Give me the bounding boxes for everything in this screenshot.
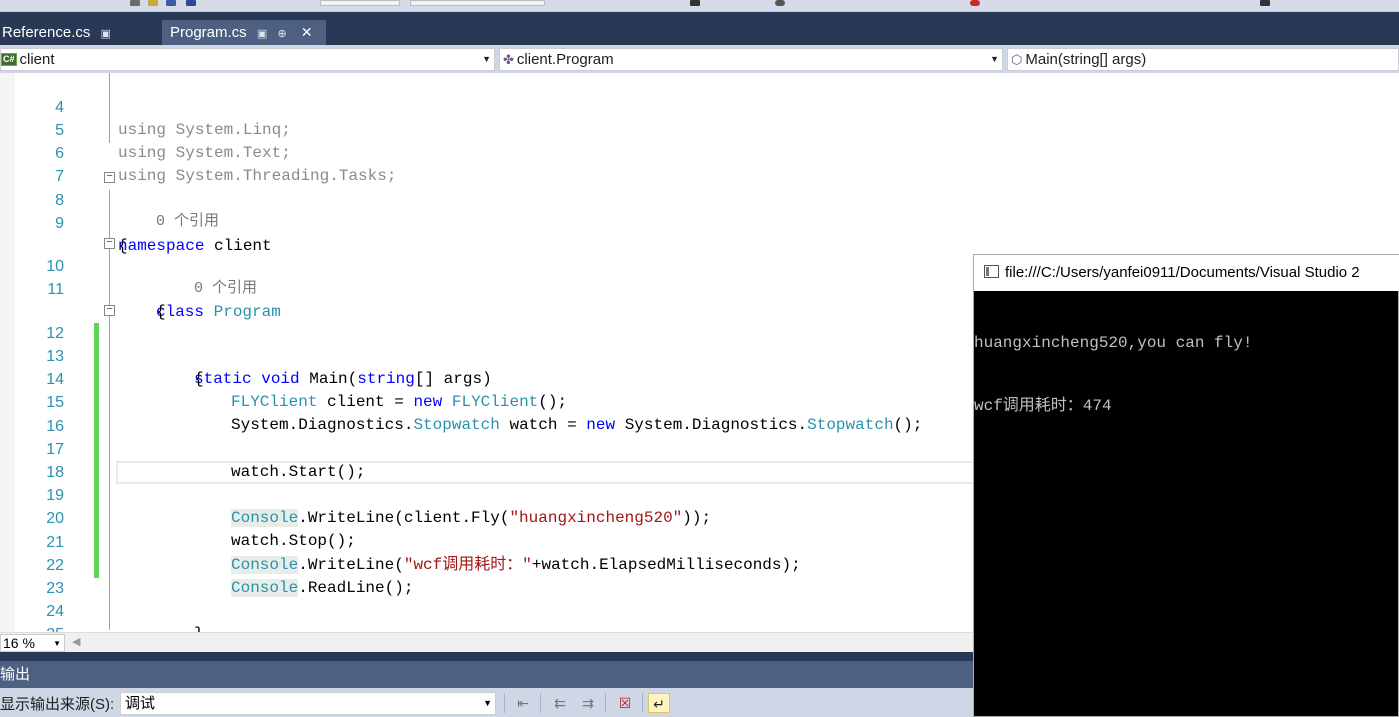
code-line-8: 8 − namespace client bbox=[0, 166, 1399, 256]
console-window[interactable]: file:///C:/Users/yanfei0911/Documents/Vi… bbox=[973, 254, 1399, 717]
clear-all-icon[interactable]: ☒ bbox=[614, 693, 636, 713]
toolbar-separator bbox=[504, 693, 505, 713]
close-icon[interactable]: ✕ bbox=[301, 24, 313, 40]
console-line: huangxincheng520,you can fly! bbox=[974, 334, 1253, 352]
navigation-bar: C# client ▼ ✤ client.Program ▼ ⬡ Main(strin… bbox=[0, 45, 1399, 73]
word-wrap-icon[interactable]: ↵ bbox=[648, 693, 670, 713]
code-line-4: 4 using System.Linq; bbox=[0, 73, 1399, 139]
type-dropdown[interactable]: ✤ client.Program ▼ bbox=[499, 48, 1003, 71]
codelens-references[interactable]: 0 个引用 bbox=[194, 278, 257, 299]
code-line-7: 7 bbox=[0, 142, 1399, 185]
find-message-icon[interactable]: ⇤ bbox=[512, 693, 534, 713]
scroll-left-icon[interactable]: ◀ bbox=[72, 635, 80, 648]
toolbar-icon[interactable] bbox=[166, 0, 176, 6]
toolbar-separator bbox=[540, 693, 541, 713]
toolbar-combo[interactable] bbox=[320, 0, 400, 6]
next-message-icon[interactable]: ⇉ bbox=[577, 693, 599, 713]
project-name: client bbox=[19, 51, 55, 68]
chevron-down-icon: ▼ bbox=[53, 639, 61, 648]
tab-program-cs[interactable]: Program.cs ▣ ⊕ ✕ bbox=[162, 20, 326, 45]
class-icon: ✤ bbox=[503, 52, 514, 67]
toolbar-icon[interactable] bbox=[1260, 0, 1270, 6]
project-dropdown[interactable]: C# client ▼ bbox=[0, 48, 495, 71]
lock-icon: ▣ bbox=[100, 28, 111, 40]
code-line-9: 9 { bbox=[0, 189, 1399, 255]
toolbar-combo[interactable] bbox=[410, 0, 545, 6]
method-icon: ⬡ bbox=[1011, 52, 1023, 67]
toolbar-separator bbox=[642, 693, 643, 713]
console-line: wcf调用耗时：474 bbox=[974, 397, 1112, 415]
member-dropdown[interactable]: ⬡ Main(string[] args) bbox=[1007, 48, 1399, 71]
tab-reference-cs[interactable]: Reference.cs ▣ bbox=[0, 20, 162, 45]
toolbar-icon[interactable] bbox=[970, 0, 980, 6]
code-line-6: 6 using System.Threading.Tasks; bbox=[0, 119, 1399, 185]
output-source-value: 调试 bbox=[125, 695, 156, 712]
document-tab-bar: Reference.cs ▣ Program.cs ▣ ⊕ ✕ bbox=[0, 12, 1399, 45]
chevron-down-icon: ▼ bbox=[483, 698, 492, 708]
chevron-down-icon: ▼ bbox=[482, 54, 491, 64]
toolbar-icon[interactable] bbox=[130, 0, 140, 6]
code-line-10: 10 − class Program bbox=[0, 232, 1399, 322]
toolbar-icon[interactable] bbox=[148, 0, 158, 6]
output-source-dropdown[interactable]: 调试 ▼ bbox=[120, 692, 496, 715]
output-title-text: 输出 bbox=[0, 666, 31, 683]
tab-label: Program.cs bbox=[170, 24, 247, 41]
lock-icon: ▣ bbox=[256, 28, 268, 40]
csharp-icon: C# bbox=[1, 53, 17, 66]
console-title-bar[interactable]: file:///C:/Users/yanfei0911/Documents/Vi… bbox=[974, 255, 1399, 291]
collapse-icon[interactable]: − bbox=[104, 238, 115, 249]
chevron-down-icon: ▼ bbox=[990, 54, 999, 64]
line-number: 25 bbox=[20, 623, 64, 632]
codelens-references[interactable]: 0 个引用 bbox=[156, 211, 219, 232]
toolbar-icon[interactable] bbox=[775, 0, 785, 6]
pin-icon[interactable]: ⊕ bbox=[277, 28, 286, 40]
collapse-icon[interactable]: − bbox=[104, 305, 115, 316]
type-name: client.Program bbox=[516, 51, 614, 68]
console-app-icon bbox=[984, 265, 999, 278]
collapse-icon[interactable]: − bbox=[104, 172, 115, 183]
top-toolbar-strip bbox=[0, 0, 1399, 12]
toolbar-separator bbox=[605, 693, 606, 713]
member-name: Main(string[] args) bbox=[1025, 51, 1147, 68]
zoom-value: 16 % bbox=[3, 635, 35, 651]
previous-message-icon[interactable]: ⇇ bbox=[549, 693, 571, 713]
toolbar-icon[interactable] bbox=[186, 0, 196, 6]
console-title-text: file:///C:/Users/yanfei0911/Documents/Vi… bbox=[1005, 264, 1360, 281]
line-number: 11 bbox=[47, 281, 64, 298]
toolbar-icon[interactable] bbox=[690, 0, 700, 6]
console-output: huangxincheng520,you can fly! wcf调用耗时：47… bbox=[974, 291, 1399, 459]
code-text: } bbox=[194, 623, 204, 632]
output-source-label: 显示输出来源(S): bbox=[0, 696, 115, 713]
zoom-dropdown[interactable]: 16 % ▼ bbox=[0, 634, 65, 652]
code-line-5: 5 using System.Text; bbox=[0, 96, 1399, 162]
tab-label: Reference.cs bbox=[2, 24, 91, 41]
